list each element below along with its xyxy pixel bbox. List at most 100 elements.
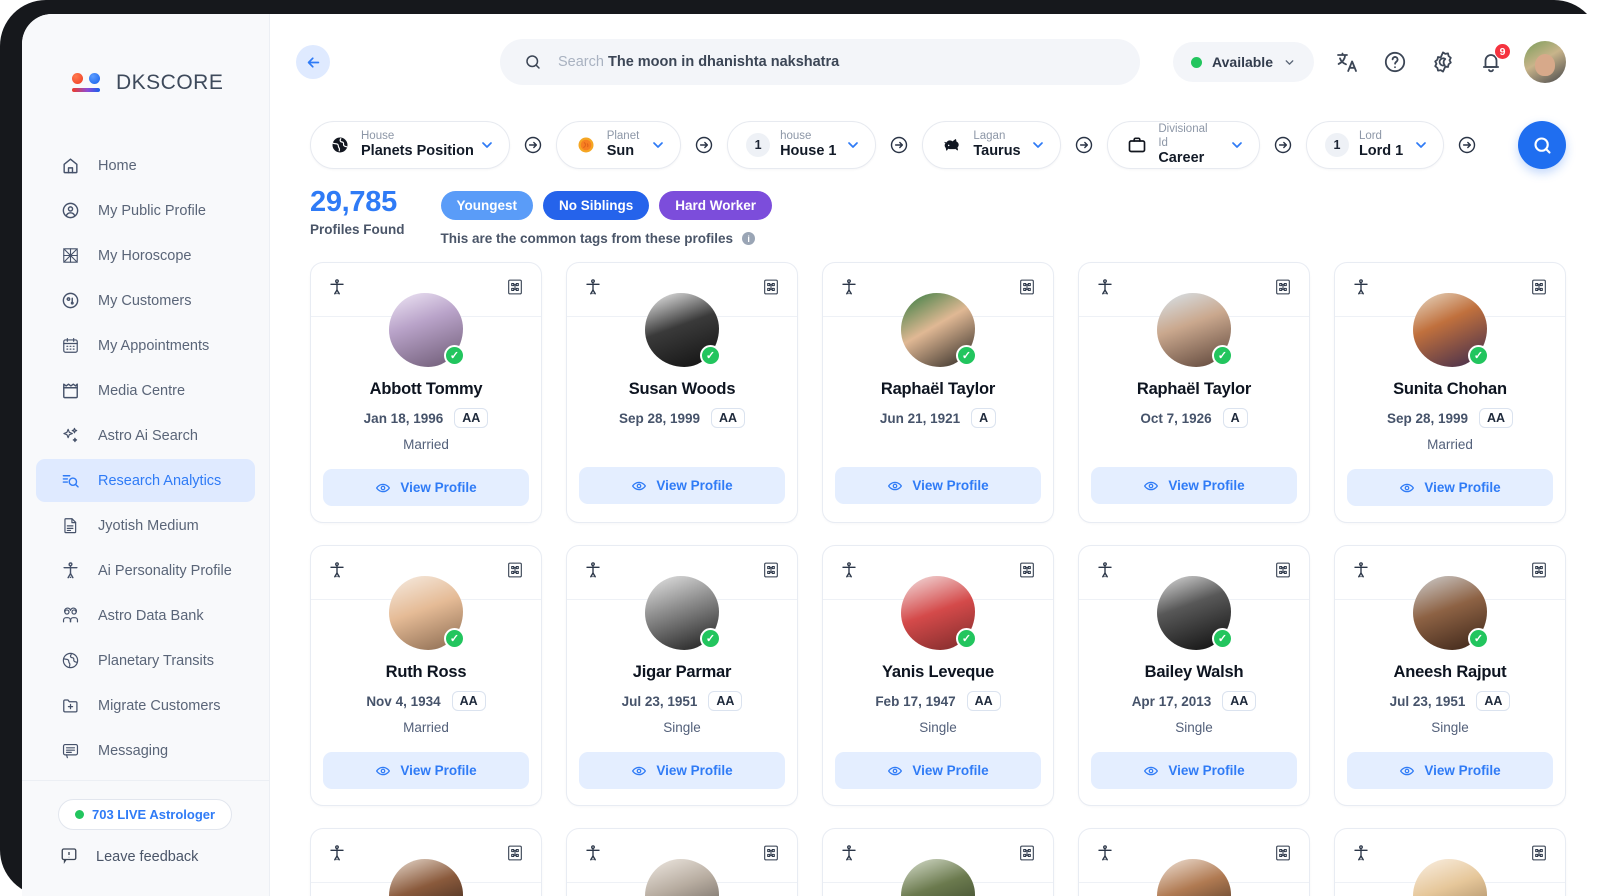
- kundli-chart-icon[interactable]: [1274, 561, 1292, 584]
- accessibility-icon[interactable]: [584, 844, 602, 867]
- kundli-chart-icon[interactable]: [762, 278, 780, 301]
- sidebar-item-my-customers[interactable]: My Customers: [36, 279, 255, 322]
- profile-card[interactable]: [822, 828, 1054, 896]
- leave-feedback-item[interactable]: Leave feedback: [22, 846, 269, 868]
- sidebar-item-my-horoscope[interactable]: My Horoscope: [36, 234, 255, 277]
- kundli-chart-icon[interactable]: [1274, 844, 1292, 867]
- kundli-chart-icon[interactable]: [1530, 278, 1548, 301]
- kundli-chart-icon[interactable]: [506, 561, 524, 584]
- profile-card[interactable]: ✓ Bailey Walsh Apr 17, 2013 AA Single View Pr…: [1078, 545, 1310, 806]
- back-button[interactable]: [296, 45, 330, 79]
- kundli-chart-icon[interactable]: [1018, 844, 1036, 867]
- availability-selector[interactable]: Available: [1173, 42, 1314, 82]
- view-profile-button[interactable]: View Profile: [579, 752, 785, 789]
- accessibility-icon[interactable]: [1096, 844, 1114, 867]
- sidebar-item-my-appointments[interactable]: My Appointments: [36, 324, 255, 367]
- global-search-bar[interactable]: Search The moon in dhanishta nakshatra: [500, 39, 1140, 85]
- sparkles-icon: [60, 426, 80, 446]
- profile-card[interactable]: ✓ Raphaël Taylor Jun 21, 1921 A View Profile: [822, 262, 1054, 523]
- kundli-chart-icon[interactable]: [1018, 561, 1036, 584]
- planet-filter[interactable]: Planet Sun: [555, 121, 682, 169]
- eye-icon: [376, 766, 391, 775]
- filter-arrow-separator: [681, 135, 727, 155]
- accessibility-icon[interactable]: [1352, 844, 1370, 867]
- sidebar-item-research-analytics[interactable]: Research Analytics: [36, 459, 255, 502]
- search-input[interactable]: Search The moon in dhanishta nakshatra: [558, 54, 839, 70]
- profile-card[interactable]: [1334, 828, 1566, 896]
- theme-moon-icon[interactable]: [1428, 47, 1458, 77]
- run-search-button[interactable]: [1518, 121, 1567, 169]
- kundli-chart-icon[interactable]: [1530, 844, 1548, 867]
- accessibility-icon[interactable]: [328, 844, 346, 867]
- accessibility-icon[interactable]: [1096, 278, 1114, 301]
- accessibility-icon[interactable]: [584, 561, 602, 584]
- lagan-filter[interactable]: Lagan Taurus: [922, 121, 1062, 169]
- translate-icon[interactable]: [1332, 47, 1362, 77]
- profile-card[interactable]: [310, 828, 542, 896]
- profile-card[interactable]: ✓ Abbott Tommy Jan 18, 1996 AA Married View P…: [310, 262, 542, 523]
- sidebar-item-media-centre[interactable]: Media Centre: [36, 369, 255, 412]
- eye-icon: [1144, 481, 1159, 490]
- profile-card[interactable]: ✓ Yanis Leveque Feb 17, 1947 AA Single View P…: [822, 545, 1054, 806]
- profile-card[interactable]: ✓ Aneesh Rajput Jul 23, 1951 AA Single View P…: [1334, 545, 1566, 806]
- view-profile-button[interactable]: View Profile: [835, 467, 1041, 504]
- view-profile-button[interactable]: View Profile: [1091, 752, 1297, 789]
- view-profile-button[interactable]: View Profile: [1347, 752, 1553, 789]
- accessibility-icon[interactable]: [1352, 561, 1370, 584]
- sidebar-item-label: My Public Profile: [98, 202, 206, 219]
- accessibility-icon[interactable]: [1352, 278, 1370, 301]
- kundli-chart-icon[interactable]: [506, 278, 524, 301]
- profile-card[interactable]: ✓ Raphaël Taylor Oct 7, 1926 A View Profile: [1078, 262, 1310, 523]
- view-profile-button[interactable]: View Profile: [323, 469, 529, 506]
- profile-card[interactable]: ✓ Jigar Parmar Jul 23, 1951 AA Single View Pr…: [566, 545, 798, 806]
- info-icon[interactable]: i: [742, 232, 756, 245]
- profile-card[interactable]: ✓ Sunita Chohan Sep 28, 1999 AA Married View …: [1334, 262, 1566, 523]
- view-profile-button[interactable]: View Profile: [835, 752, 1041, 789]
- accessibility-icon[interactable]: [328, 278, 346, 301]
- accessibility-icon[interactable]: [328, 561, 346, 584]
- tag-hard-worker[interactable]: Hard Worker: [659, 191, 773, 220]
- profile-card[interactable]: ✓ Susan Woods Sep 28, 1999 AA View Profile: [566, 262, 798, 523]
- sidebar-item-astro-ai-search[interactable]: Astro Ai Search: [36, 414, 255, 457]
- kundli-chart-icon[interactable]: [1530, 561, 1548, 584]
- help-circle-icon[interactable]: [1380, 47, 1410, 77]
- kundli-chart-icon[interactable]: [506, 844, 524, 867]
- view-profile-button[interactable]: View Profile: [1091, 467, 1297, 504]
- kundli-chart-icon[interactable]: [1274, 278, 1292, 301]
- sidebar-item-migrate-customers[interactable]: Migrate Customers: [36, 684, 255, 727]
- view-profile-button[interactable]: View Profile: [323, 752, 529, 789]
- tag-youngest[interactable]: Youngest: [440, 191, 533, 220]
- view-profile-button[interactable]: View Profile: [579, 467, 785, 504]
- kundli-chart-icon[interactable]: [1018, 278, 1036, 301]
- brand-logo[interactable]: DKSCORE: [22, 14, 269, 112]
- verified-check-icon: ✓: [700, 345, 721, 366]
- accessibility-icon[interactable]: [840, 844, 858, 867]
- kundli-chart-icon[interactable]: [762, 844, 780, 867]
- user-avatar[interactable]: [1524, 41, 1566, 83]
- sidebar-item-my-public-profile[interactable]: My Public Profile: [36, 189, 255, 232]
- sidebar-item-messaging[interactable]: Messaging: [36, 729, 255, 772]
- profile-card[interactable]: [1078, 828, 1310, 896]
- sidebar-item-ai-personality-profile[interactable]: Ai Personality Profile: [36, 549, 255, 592]
- profile-card[interactable]: [566, 828, 798, 896]
- tag-no-siblings[interactable]: No Siblings: [543, 191, 650, 220]
- profile-card[interactable]: ✓ Ruth Ross Nov 4, 1934 AA Married View Profi…: [310, 545, 542, 806]
- house-filter[interactable]: House Planets Position: [310, 121, 510, 169]
- accessibility-icon[interactable]: [1096, 561, 1114, 584]
- house-number-filter[interactable]: 1 house House 1: [727, 121, 877, 169]
- accessibility-icon[interactable]: [584, 278, 602, 301]
- live-astrologer-pill[interactable]: 703 LIVE Astrologer: [58, 799, 233, 830]
- profile-name: Jigar Parmar: [632, 663, 732, 681]
- accessibility-icon[interactable]: [840, 278, 858, 301]
- sidebar-item-jyotish-medium[interactable]: Jyotish Medium: [36, 504, 255, 547]
- sidebar-item-planetary-transits[interactable]: Planetary Transits: [36, 639, 255, 682]
- sidebar-item-astro-data-bank[interactable]: Astro Data Bank: [36, 594, 255, 637]
- divisional-id-filter[interactable]: Divisional Id Career: [1107, 121, 1260, 169]
- kundli-chart-icon[interactable]: [762, 561, 780, 584]
- view-profile-button[interactable]: View Profile: [1347, 469, 1553, 506]
- verified-check-icon: ✓: [956, 345, 977, 366]
- lord-filter[interactable]: 1 Lord Lord 1: [1305, 121, 1445, 169]
- notification-bell-icon[interactable]: 9: [1476, 43, 1511, 77]
- accessibility-icon[interactable]: [840, 561, 858, 584]
- sidebar-item-home[interactable]: Home: [36, 144, 255, 187]
